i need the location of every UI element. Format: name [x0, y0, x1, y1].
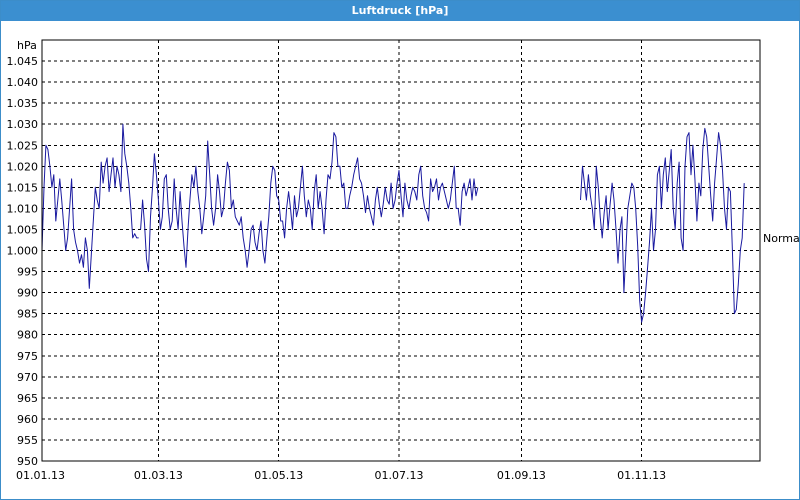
y-tick-labels: 950 955 960 965 970 975 980 985 990 995 1.000 1.005…: [7, 55, 39, 468]
reference-line-label: Normal: [763, 232, 800, 245]
y-tick-label: 1.040: [7, 76, 39, 89]
series-line: [41, 123, 139, 289]
y-tick-label: 975: [17, 350, 38, 363]
x-tick-labels: 01.01.13 01.03.13 01.05.13 01.07.13 01.09.13…: [16, 469, 666, 482]
y-tick-label: 955: [17, 434, 38, 447]
y-tick-label: 1.015: [7, 181, 39, 194]
y-tick-label: 970: [17, 371, 38, 384]
x-tick-label: 01.05.13: [254, 469, 303, 482]
x-tick-label: 01.03.13: [134, 469, 183, 482]
y-tick-label: 1.000: [7, 245, 39, 258]
y-tick-label: 1.035: [7, 97, 39, 110]
y-tick-label: 1.030: [7, 118, 39, 131]
y-tick-label: 1.020: [7, 160, 39, 173]
y-tick-label: 995: [17, 266, 38, 279]
y-tick-label: 960: [17, 413, 38, 426]
y-tick-label: 980: [17, 329, 38, 342]
y-tick-label: 1.010: [7, 202, 39, 215]
x-tick-label: 01.09.13: [497, 469, 546, 482]
y-tick-label: 985: [17, 308, 38, 321]
x-tick-label: 01.11.13: [617, 469, 666, 482]
y-tick-label: 1.045: [7, 55, 39, 68]
y-tick-label: 965: [17, 392, 38, 405]
x-tick-label: 01.07.13: [375, 469, 424, 482]
y-tick-label: 990: [17, 287, 38, 300]
y-axis-label: hPa: [17, 39, 37, 52]
y-tick-label: 1.005: [7, 223, 39, 236]
y-tick-label: 1.025: [7, 139, 39, 152]
y-tick-label: 950: [17, 455, 38, 468]
x-tick-label: 01.01.13: [16, 469, 65, 482]
chart-canvas: hPa 950 955 960 965 970 975 980 985 990 995 1.000 1…: [7, 39, 800, 482]
